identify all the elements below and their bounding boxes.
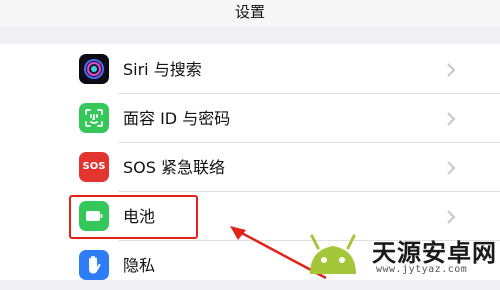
settings-row-label: Siri 与搜索 <box>123 60 202 79</box>
settings-row-sos[interactable]: SOS SOS 紧急联络 <box>0 144 500 192</box>
settings-row-face-id[interactable]: 面容 ID 与密码 <box>0 95 500 143</box>
settings-row-label: SOS 紧急联络 <box>123 158 225 177</box>
chevron-right-icon <box>447 63 456 77</box>
row-divider <box>118 142 500 143</box>
settings-row-siri[interactable]: Siri 与搜索 <box>0 46 500 94</box>
privacy-hand-icon <box>79 250 109 280</box>
face-id-icon <box>79 103 109 133</box>
group-spacer <box>0 26 500 44</box>
navigation-bar: 设置 <box>0 0 500 27</box>
settings-row-label: 隐私 <box>123 256 156 275</box>
row-divider <box>118 93 500 94</box>
chevron-right-icon <box>447 161 456 175</box>
battery-highlight-box <box>69 195 198 239</box>
watermark-url: www.jytyaz.com <box>376 264 468 275</box>
watermark-brand: 天源安卓网 <box>372 239 497 267</box>
sos-icon-text: SOS <box>82 161 106 172</box>
siri-icon <box>79 54 109 84</box>
sos-icon: SOS <box>79 152 109 182</box>
android-logo-icon <box>310 234 356 274</box>
settings-row-label: 面容 ID 与密码 <box>123 109 231 128</box>
page-title: 设置 <box>234 3 265 21</box>
chevron-right-icon <box>447 210 456 224</box>
chevron-right-icon <box>447 112 456 126</box>
row-divider <box>118 191 500 192</box>
